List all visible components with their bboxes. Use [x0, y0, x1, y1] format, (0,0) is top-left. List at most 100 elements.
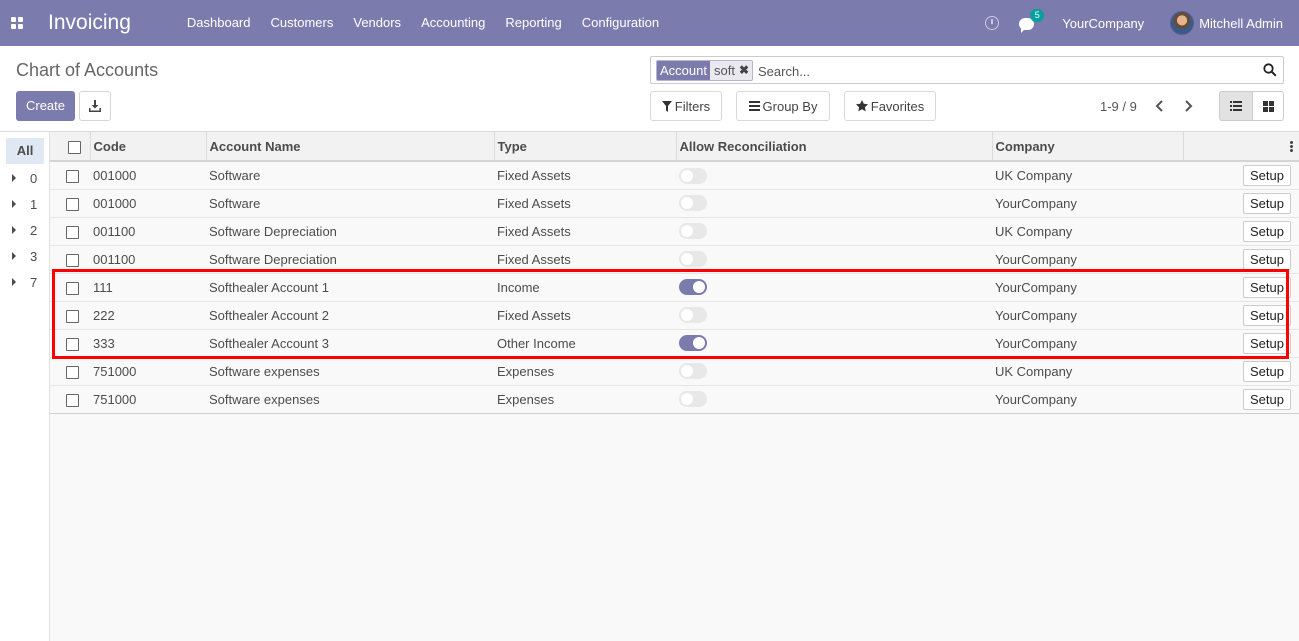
- setup-button[interactable]: Setup: [1243, 388, 1291, 410]
- table-row[interactable]: 111 Softhealer Account 1 Income YourComp…: [50, 273, 1299, 302]
- table-row[interactable]: 001000 Software Fixed Assets YourCompany…: [50, 189, 1299, 218]
- toggle-knob: [681, 197, 693, 210]
- menu-vendors[interactable]: Vendors: [343, 0, 411, 46]
- toggle-knob: [681, 393, 693, 406]
- select-all-checkbox[interactable]: [68, 140, 81, 154]
- cell-type: Fixed Assets: [494, 245, 676, 274]
- export-button[interactable]: [79, 91, 111, 121]
- pager-next-icon[interactable]: [1180, 96, 1196, 116]
- table-row[interactable]: 001100 Software Depreciation Fixed Asset…: [50, 245, 1299, 274]
- reconcile-toggle[interactable]: [679, 335, 707, 352]
- search-icon[interactable]: [1263, 63, 1277, 77]
- table-row[interactable]: 001000 Software Fixed Assets UK Company …: [50, 161, 1299, 190]
- reconcile-toggle[interactable]: [679, 167, 707, 184]
- cell-code: 001100: [90, 245, 206, 274]
- side-group-1[interactable]: 1: [12, 194, 44, 214]
- column-header-allow-reconciliation[interactable]: Allow Reconciliation: [676, 132, 993, 162]
- side-panel-all[interactable]: All: [6, 138, 44, 164]
- row-checkbox[interactable]: [66, 309, 79, 323]
- cell-code: 001000: [90, 161, 206, 190]
- side-group-3[interactable]: 3: [12, 246, 44, 266]
- messaging-menu[interactable]: 5: [1019, 9, 1045, 33]
- kanban-icon: [1263, 101, 1274, 112]
- row-checkbox[interactable]: [66, 365, 79, 379]
- apps-menu-icon[interactable]: [10, 16, 24, 30]
- user-avatar[interactable]: [1170, 11, 1195, 35]
- pager-value[interactable]: 1-9 / 9: [1100, 99, 1137, 114]
- group-by-button[interactable]: Group By: [736, 91, 830, 121]
- table-row[interactable]: 751000 Software expenses Expenses YourCo…: [50, 385, 1299, 414]
- user-menu[interactable]: Mitchell Admin: [1199, 16, 1283, 31]
- setup-button[interactable]: Setup: [1243, 164, 1291, 186]
- toggle-knob: [681, 309, 693, 322]
- kanban-view-button[interactable]: [1252, 91, 1284, 121]
- side-group-label: 7: [30, 274, 38, 290]
- reconcile-toggle[interactable]: [679, 279, 707, 296]
- reconcile-toggle[interactable]: [679, 307, 707, 324]
- cell-account-name: Software: [206, 189, 494, 218]
- cell-account-name: Software: [206, 161, 494, 190]
- remove-facet-icon[interactable]: ✖: [739, 61, 749, 80]
- favorites-button[interactable]: Favorites: [844, 91, 936, 121]
- side-group-2[interactable]: 2: [12, 220, 44, 240]
- row-checkbox[interactable]: [66, 281, 79, 295]
- list-icon: [1230, 101, 1242, 111]
- caret-right-icon: [12, 200, 16, 208]
- table-row[interactable]: 222 Softhealer Account 2 Fixed Assets Yo…: [50, 301, 1299, 330]
- group-by-label: Group By: [762, 98, 818, 114]
- reconcile-toggle[interactable]: [679, 251, 707, 268]
- reconcile-toggle[interactable]: [679, 363, 707, 380]
- cell-type: Expenses: [494, 357, 676, 386]
- list-view-button[interactable]: [1219, 91, 1253, 121]
- top-navbar: Invoicing Dashboard Customers Vendors Ac…: [0, 0, 1299, 46]
- row-checkbox[interactable]: [66, 337, 79, 351]
- column-header-type[interactable]: Type: [494, 132, 677, 162]
- menu-accounting[interactable]: Accounting: [411, 0, 495, 46]
- table-row[interactable]: 001100 Software Depreciation Fixed Asset…: [50, 217, 1299, 246]
- reconcile-toggle[interactable]: [679, 223, 707, 240]
- cell-type: Fixed Assets: [494, 161, 676, 190]
- row-checkbox[interactable]: [66, 169, 79, 183]
- side-group-label: 3: [30, 248, 38, 264]
- pager-previous-icon[interactable]: [1152, 96, 1168, 116]
- search-input[interactable]: [758, 61, 1238, 81]
- row-checkbox[interactable]: [66, 197, 79, 211]
- menu-dashboard[interactable]: Dashboard: [177, 0, 261, 46]
- row-checkbox[interactable]: [66, 393, 79, 407]
- caret-right-icon: [12, 174, 16, 182]
- setup-button[interactable]: Setup: [1243, 248, 1291, 270]
- cell-code: 751000: [90, 357, 206, 386]
- optional-columns-icon[interactable]: [1290, 140, 1293, 153]
- table-row[interactable]: 751000 Software expenses Expenses UK Com…: [50, 357, 1299, 386]
- column-header-company[interactable]: Company: [992, 132, 1184, 162]
- column-header-code[interactable]: Code: [90, 132, 207, 162]
- filters-button[interactable]: Filters: [650, 91, 722, 121]
- row-checkbox[interactable]: [66, 253, 79, 267]
- side-group-label: 2: [30, 222, 38, 238]
- row-checkbox[interactable]: [66, 225, 79, 239]
- setup-button[interactable]: Setup: [1243, 332, 1291, 354]
- activity-clock-icon[interactable]: [985, 16, 1000, 30]
- menu-configuration[interactable]: Configuration: [572, 0, 669, 46]
- cell-type: Fixed Assets: [494, 189, 676, 218]
- setup-button[interactable]: Setup: [1243, 220, 1291, 242]
- cell-type: Fixed Assets: [494, 301, 676, 330]
- setup-button[interactable]: Setup: [1243, 304, 1291, 326]
- column-header-account-name[interactable]: Account Name: [206, 132, 495, 162]
- setup-button[interactable]: Setup: [1243, 360, 1291, 382]
- reconcile-toggle[interactable]: [679, 195, 707, 212]
- reconcile-toggle[interactable]: [679, 391, 707, 408]
- menu-reporting[interactable]: Reporting: [495, 0, 571, 46]
- navbar-systray: 5 YourCompany Mitchell Admin: [985, 0, 1299, 46]
- menu-customers[interactable]: Customers: [261, 0, 344, 46]
- setup-button[interactable]: Setup: [1243, 192, 1291, 214]
- setup-button[interactable]: Setup: [1243, 276, 1291, 298]
- company-switcher[interactable]: YourCompany: [1062, 16, 1144, 31]
- side-group-7[interactable]: 7: [12, 272, 44, 292]
- cell-company: UK Company: [992, 357, 1183, 386]
- table-row[interactable]: 333 Softhealer Account 3 Other Income Yo…: [50, 329, 1299, 358]
- create-button[interactable]: Create: [16, 91, 75, 121]
- optional-columns-header: [1183, 132, 1299, 162]
- cell-code: 001100: [90, 217, 206, 246]
- side-group-0[interactable]: 0: [12, 168, 44, 188]
